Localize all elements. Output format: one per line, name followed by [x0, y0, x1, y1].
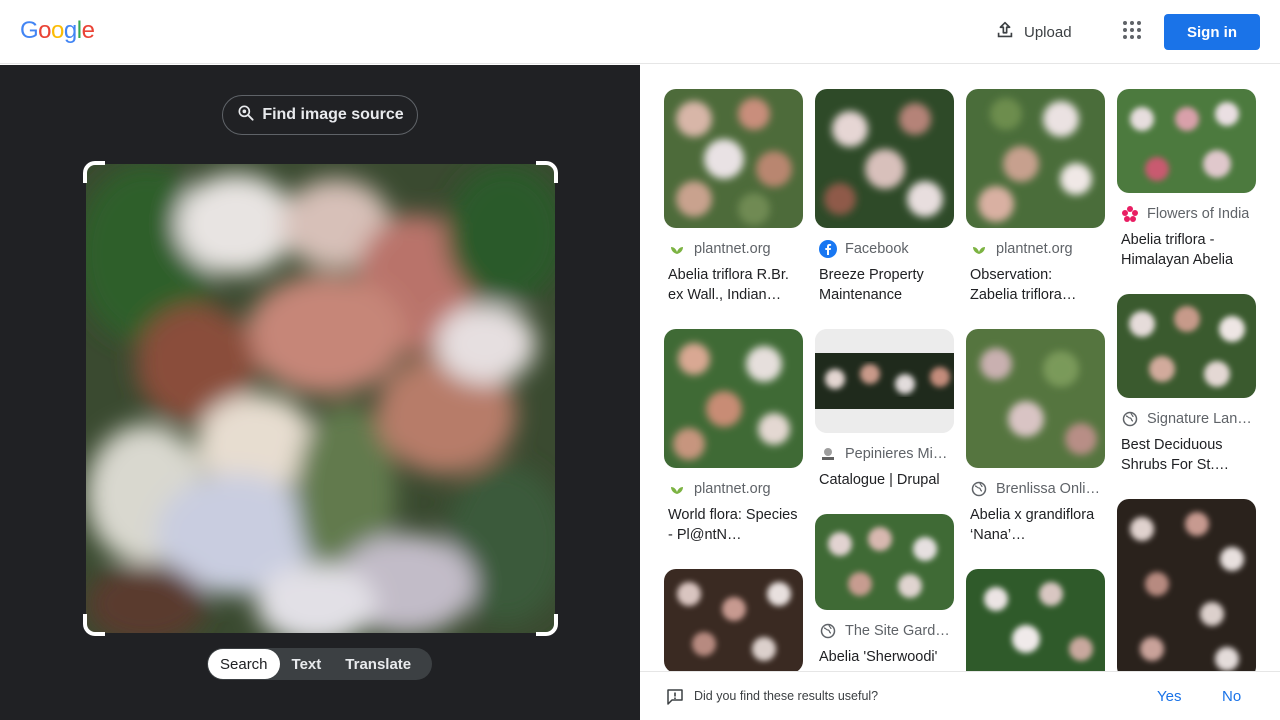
result-title: Abelia 'Sherwoodi' [819, 649, 938, 665]
result-source: Brenlissa Onli… [966, 479, 1105, 499]
top-bar: Google Upload Sign in [0, 0, 1280, 64]
result-thumbnail [1117, 294, 1256, 398]
result-source: Facebook [815, 239, 954, 259]
feedback-yes-button[interactable]: Yes [1157, 688, 1181, 705]
plantnet-icon [970, 240, 988, 258]
result-title: World flora: Species - Pl@ntN… [668, 507, 798, 543]
result-thumbnail [815, 329, 954, 433]
result-title: Catalogue | Drupal [819, 472, 940, 488]
globe-icon [1121, 410, 1139, 428]
result-card[interactable]: Signature Lan… Best Deciduous Shrubs For… [1117, 294, 1256, 475]
query-image [86, 164, 555, 633]
result-card[interactable]: Facebook Breeze Property Maintenance [815, 89, 954, 305]
result-source: Signature Lan… [1117, 409, 1256, 429]
result-card[interactable]: Flowers of India Abelia triflora - Himal… [1117, 89, 1256, 270]
result-title: Observation: Zabelia triflora… [970, 267, 1077, 303]
results-column-4: Flowers of India Abelia triflora - Himal… [1117, 89, 1256, 671]
globe-icon [970, 480, 988, 498]
upload-label: Upload [1024, 23, 1072, 41]
pepinieres-icon [819, 445, 837, 463]
result-title: Breeze Property Maintenance [819, 267, 924, 303]
result-card[interactable] [1117, 499, 1256, 671]
result-source: The Site Garde… [815, 621, 954, 641]
result-card[interactable]: The Site Garde… Abelia 'Sherwoodi' [815, 514, 954, 667]
upload-button[interactable]: Upload [988, 16, 1084, 48]
results-column-1: plantnet.org Abelia triflora R.Br. ex Wa… [664, 89, 803, 671]
feedback-question: Did you find these results useful? [694, 689, 879, 703]
result-thumbnail [664, 569, 803, 671]
facebook-icon [819, 240, 837, 258]
result-thumbnail [966, 329, 1105, 468]
google-apps-button[interactable] [1116, 16, 1148, 48]
results-column-3: plantnet.org Observation: Zabelia triflo… [966, 89, 1105, 671]
result-card[interactable]: plantnet.org Observation: Zabelia triflo… [966, 89, 1105, 305]
lens-search-icon [236, 103, 256, 128]
result-title: Abelia x grandiflora ‘Nana’… [970, 507, 1095, 543]
results-column-2: Facebook Breeze Property Maintenance Pep… [815, 89, 954, 667]
crop-handle-bottom-left[interactable] [83, 614, 105, 636]
crop-handle-top-left[interactable] [83, 161, 105, 183]
visual-matches: plantnet.org Abelia triflora R.Br. ex Wa… [640, 65, 1280, 671]
globe-icon [819, 622, 837, 640]
crop-handle-top-right[interactable] [536, 161, 558, 183]
result-thumbnail [1117, 89, 1256, 193]
result-card[interactable]: Brenlissa Onli… Abelia x grandiflora ‘Na… [966, 329, 1105, 545]
result-thumbnail [815, 514, 954, 610]
flowers-of-india-icon [1121, 205, 1139, 223]
plantnet-icon [668, 480, 686, 498]
result-card[interactable]: plantnet.org World flora: Species - Pl@n… [664, 329, 803, 545]
result-source: plantnet.org [664, 239, 803, 259]
result-card[interactable] [966, 569, 1105, 671]
result-title: Abelia triflora R.Br. ex Wall., Indian… [668, 267, 789, 303]
crop-handle-bottom-right[interactable] [536, 614, 558, 636]
tab-search[interactable]: Search [208, 649, 280, 679]
result-thumbnail [966, 569, 1105, 671]
result-thumbnail [1117, 499, 1256, 671]
result-source: Flowers of India [1117, 204, 1256, 224]
sign-in-button[interactable]: Sign in [1164, 14, 1260, 50]
feedback-bar: Did you find these results useful? [640, 671, 1280, 720]
result-card[interactable]: Pepinieres Min… Catalogue | Drupal [815, 329, 954, 490]
result-thumbnail [815, 89, 954, 228]
result-card[interactable] [664, 569, 803, 671]
result-thumbnail [664, 89, 803, 228]
result-thumbnail [966, 89, 1105, 228]
result-source: Pepinieres Min… [815, 444, 954, 464]
query-image-crop[interactable] [83, 161, 558, 636]
result-source: plantnet.org [664, 479, 803, 499]
apps-grid-icon [1122, 20, 1142, 45]
result-title: Best Deciduous Shrubs For St.… [1121, 437, 1229, 473]
upload-icon [994, 19, 1016, 45]
lens-mode-tabs: Search Text Translate [207, 648, 432, 680]
lens-query-panel: Find image source Search Text Translate [0, 65, 640, 720]
feedback-icon [666, 688, 684, 711]
result-card[interactable]: plantnet.org Abelia triflora R.Br. ex Wa… [664, 89, 803, 305]
tab-translate[interactable]: Translate [333, 649, 423, 679]
plantnet-icon [668, 240, 686, 258]
feedback-no-button[interactable]: No [1222, 688, 1241, 705]
tab-text[interactable]: Text [280, 649, 334, 679]
result-source: plantnet.org [966, 239, 1105, 259]
google-logo[interactable]: Google [20, 17, 95, 45]
find-image-source-label: Find image source [262, 106, 404, 123]
result-thumbnail [664, 329, 803, 468]
find-image-source-button[interactable]: Find image source [222, 95, 418, 135]
result-title: Abelia triflora - Himalayan Abelia [1121, 232, 1234, 268]
